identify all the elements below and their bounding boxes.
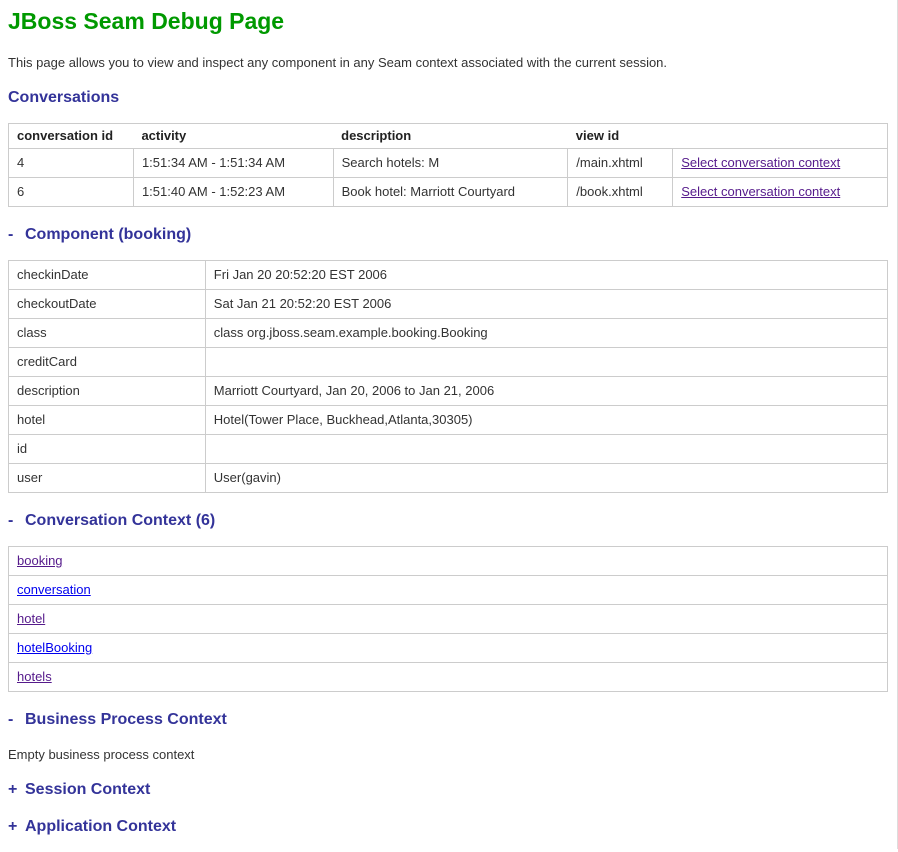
- property-name-cell: id: [9, 435, 206, 464]
- context-entry-link[interactable]: hotel: [17, 611, 45, 626]
- property-row: id: [9, 435, 888, 464]
- conversation-context-table: booking conversation hotel hotelBooking …: [8, 546, 888, 692]
- application-context-heading-label: Application Context: [25, 818, 176, 835]
- session-context-heading[interactable]: + Session Context: [8, 780, 898, 799]
- action-cell: Select conversation context: [673, 149, 888, 178]
- property-row: checkoutDate Sat Jan 21 20:52:20 EST 200…: [9, 290, 888, 319]
- property-name-cell: creditCard: [9, 348, 206, 377]
- context-entry-cell: booking: [9, 547, 888, 576]
- context-entry-link[interactable]: conversation: [17, 582, 91, 597]
- property-value-cell: User(gavin): [205, 464, 887, 493]
- context-entry-row: hotel: [9, 605, 888, 634]
- conversation-id-cell: 6: [9, 178, 134, 207]
- property-value-cell: [205, 435, 887, 464]
- context-entry-cell: hotels: [9, 663, 888, 692]
- conversations-table: conversation id activity description vie…: [8, 123, 888, 207]
- property-row: description Marriott Courtyard, Jan 20, …: [9, 377, 888, 406]
- context-entry-cell: conversation: [9, 576, 888, 605]
- page-title: JBoss Seam Debug Page: [8, 8, 898, 35]
- column-header-conversation-id: conversation id: [9, 124, 134, 149]
- property-row: checkinDate Fri Jan 20 20:52:20 EST 2006: [9, 261, 888, 290]
- conversation-context-heading-label: Conversation Context (6): [25, 512, 215, 529]
- page-description: This page allows you to view and inspect…: [8, 55, 898, 70]
- select-conversation-context-link[interactable]: Select conversation context: [681, 155, 840, 170]
- property-value-cell: Marriott Courtyard, Jan 20, 2006 to Jan …: [205, 377, 887, 406]
- property-row: hotel Hotel(Tower Place, Buckhead,Atlant…: [9, 406, 888, 435]
- application-context-heading[interactable]: + Application Context: [8, 817, 898, 836]
- description-cell: Book hotel: Marriott Courtyard: [333, 178, 568, 207]
- business-process-empty-text: Empty business process context: [8, 747, 898, 762]
- column-header-action: [673, 124, 888, 149]
- activity-cell: 1:51:40 AM - 1:52:23 AM: [133, 178, 333, 207]
- conversations-header-row: conversation id activity description vie…: [9, 124, 888, 149]
- conversations-heading: Conversations: [8, 88, 898, 107]
- context-entry-row: hotelBooking: [9, 634, 888, 663]
- column-header-activity: activity: [133, 124, 333, 149]
- business-process-context-heading[interactable]: -Business Process Context: [8, 710, 898, 729]
- context-entry-cell: hotelBooking: [9, 634, 888, 663]
- property-name-cell: description: [9, 377, 206, 406]
- view-id-cell: /main.xhtml: [568, 149, 673, 178]
- expand-marker-icon[interactable]: +: [8, 817, 18, 836]
- collapse-marker-icon[interactable]: -: [8, 225, 18, 244]
- view-id-cell: /book.xhtml: [568, 178, 673, 207]
- property-name-cell: user: [9, 464, 206, 493]
- column-header-description: description: [333, 124, 568, 149]
- property-name-cell: hotel: [9, 406, 206, 435]
- session-context-heading-label: Session Context: [25, 781, 150, 798]
- property-name-cell: class: [9, 319, 206, 348]
- expand-marker-icon[interactable]: +: [8, 780, 18, 799]
- property-value-cell: Sat Jan 21 20:52:20 EST 2006: [205, 290, 887, 319]
- business-process-context-heading-label: Business Process Context: [25, 711, 227, 728]
- component-properties-table: checkinDate Fri Jan 20 20:52:20 EST 2006…: [8, 260, 888, 493]
- collapse-marker-icon[interactable]: -: [8, 710, 18, 729]
- context-entry-link[interactable]: booking: [17, 553, 63, 568]
- property-name-cell: checkinDate: [9, 261, 206, 290]
- property-value-cell: Hotel(Tower Place, Buckhead,Atlanta,3030…: [205, 406, 887, 435]
- property-row: user User(gavin): [9, 464, 888, 493]
- property-value-cell: class org.jboss.seam.example.booking.Boo…: [205, 319, 887, 348]
- description-cell: Search hotels: M: [333, 149, 568, 178]
- component-booking-heading-label: Component (booking): [25, 226, 191, 243]
- property-value-cell: Fri Jan 20 20:52:20 EST 2006: [205, 261, 887, 290]
- property-name-cell: checkoutDate: [9, 290, 206, 319]
- conversation-row: 6 1:51:40 AM - 1:52:23 AM Book hotel: Ma…: [9, 178, 888, 207]
- conversation-context-heading[interactable]: -Conversation Context (6): [8, 511, 898, 530]
- component-booking-heading[interactable]: -Component (booking): [8, 225, 898, 244]
- select-conversation-context-link[interactable]: Select conversation context: [681, 184, 840, 199]
- context-entry-link[interactable]: hotels: [17, 669, 52, 684]
- property-value-cell: [205, 348, 887, 377]
- column-header-view-id: view id: [568, 124, 673, 149]
- action-cell: Select conversation context: [673, 178, 888, 207]
- conversation-id-cell: 4: [9, 149, 134, 178]
- property-row: class class org.jboss.seam.example.booki…: [9, 319, 888, 348]
- context-entry-link[interactable]: hotelBooking: [17, 640, 92, 655]
- collapse-marker-icon[interactable]: -: [8, 511, 18, 530]
- property-row: creditCard: [9, 348, 888, 377]
- context-entry-cell: hotel: [9, 605, 888, 634]
- context-entry-row: hotels: [9, 663, 888, 692]
- conversation-row: 4 1:51:34 AM - 1:51:34 AM Search hotels:…: [9, 149, 888, 178]
- activity-cell: 1:51:34 AM - 1:51:34 AM: [133, 149, 333, 178]
- context-entry-row: booking: [9, 547, 888, 576]
- context-entry-row: conversation: [9, 576, 888, 605]
